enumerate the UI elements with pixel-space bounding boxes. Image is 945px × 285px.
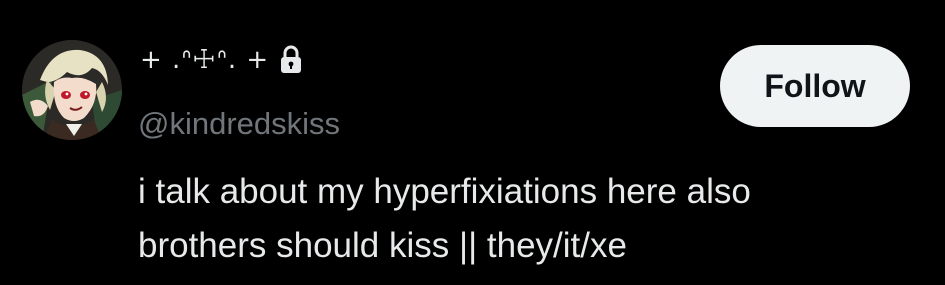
user-card[interactable]: + .ᐢ☩ᐢ. + @kindredskiss Follow i talk ab… <box>0 0 945 285</box>
bio-line-2: brothers should kiss || they/it/xe <box>138 226 627 265</box>
avatar[interactable] <box>22 40 122 140</box>
display-name[interactable]: + .ᐢ☩ᐢ. + <box>140 40 303 80</box>
user-bio: i talk about my hyperfixiations here als… <box>138 165 918 273</box>
user-handle[interactable]: @kindredskiss <box>138 106 340 142</box>
anime-character-avatar-icon <box>22 40 122 140</box>
bio-line-1: i talk about my hyperfixiations here als… <box>138 172 751 211</box>
follow-button[interactable]: Follow <box>720 45 910 127</box>
display-name-text: + .ᐢ☩ᐢ. + <box>140 45 270 75</box>
lock-icon <box>281 45 302 73</box>
